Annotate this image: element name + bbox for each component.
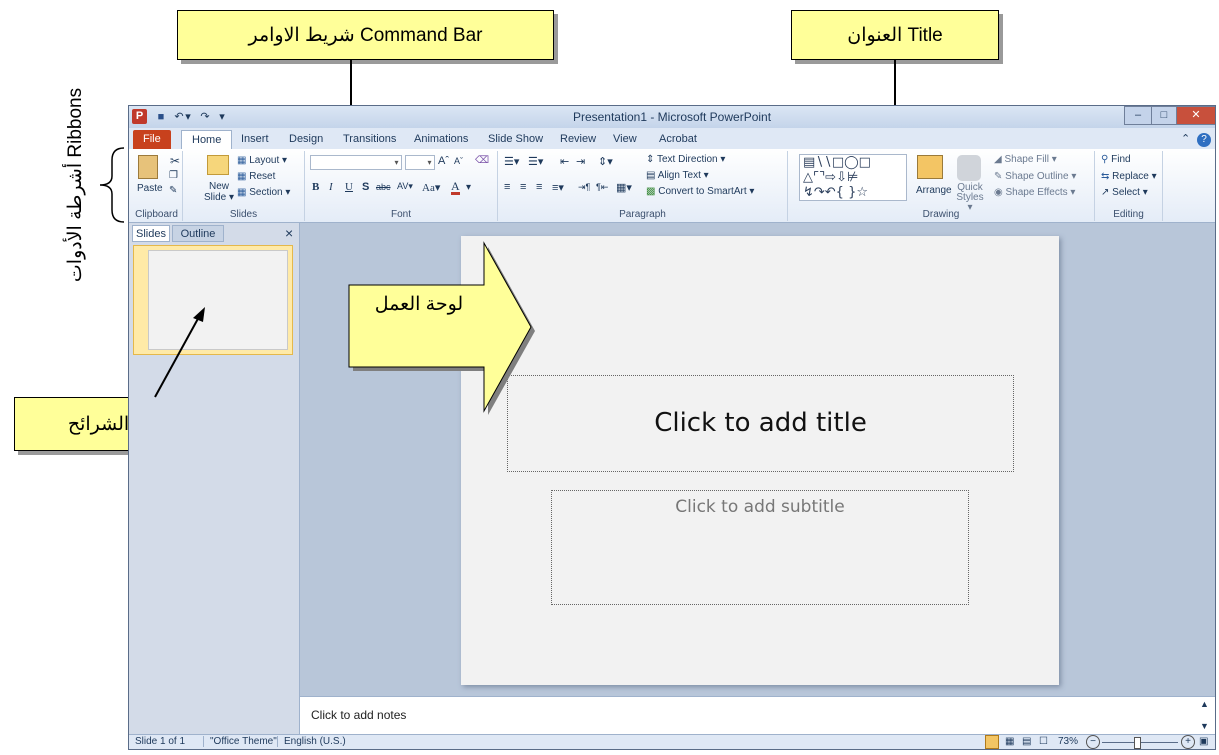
slides-callout-arrow — [154, 307, 205, 398]
